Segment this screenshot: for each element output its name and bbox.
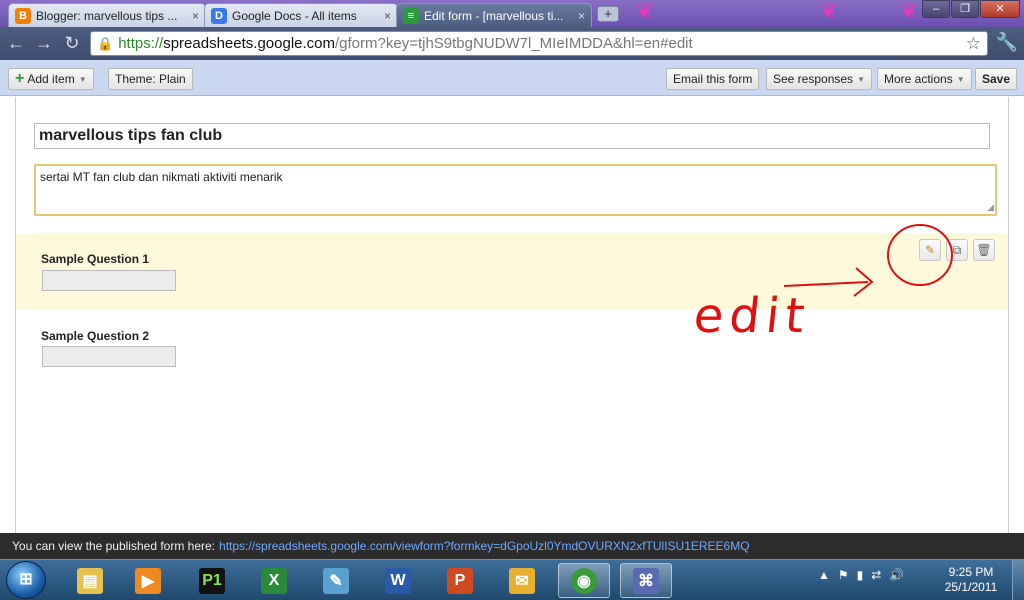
system-tray: ▲ ⚑ ▮ ⇄ 🔊 [818, 568, 904, 582]
question-title: Sample Question 2 [41, 329, 150, 343]
tab-google-docs[interactable]: D Google Docs - All items × [204, 3, 398, 27]
more-actions-button[interactable]: More actions ▼ [877, 68, 972, 90]
taskbar-app-excel[interactable]: X [248, 563, 300, 598]
media-player-icon: ▶ [135, 567, 161, 594]
tab-label: Google Docs - All items [232, 8, 357, 23]
url-scheme: https:// [118, 35, 164, 52]
question-item[interactable]: Sample Question 2 [16, 311, 1008, 381]
outlook-icon: ✉ [509, 567, 535, 594]
url-path: /gform?key=tjhS9tbgNUDW7l_MIeIMDDA&hl=en… [335, 35, 693, 52]
form-description-input[interactable]: sertai MT fan club dan nikmati aktiviti … [34, 164, 997, 216]
trash-icon[interactable]: 🗑 [973, 239, 995, 261]
taskbar-app-outlook[interactable]: ✉ [496, 563, 548, 598]
blogger-icon: B [15, 7, 31, 24]
butterfly-decoration-icon: ❦ [636, 0, 655, 23]
theme-button[interactable]: Theme: Plain [108, 68, 193, 90]
question-title: Sample Question 1 [41, 252, 150, 266]
taskbar-app-media[interactable]: ▶ [122, 563, 174, 598]
network-app-icon: ⌘ [633, 567, 659, 594]
powerpoint-icon: P [447, 567, 473, 594]
add-item-label: Add item [27, 72, 75, 86]
lock-icon: 🔒 [97, 35, 114, 51]
butterfly-decoration-icon: ❦ [900, 0, 919, 23]
resize-handle-icon[interactable]: ◢ [987, 202, 994, 213]
close-icon[interactable]: × [192, 9, 199, 23]
form-icon: ≡ [403, 7, 419, 24]
browser-toolbar: ← → ↻ 🔒 https:// spreadsheets.google.com… [0, 27, 1024, 60]
form-toolbar: + Add item ▼ Theme: Plain Email this for… [0, 60, 1024, 96]
form-description-text: sertai MT fan club dan nikmati aktiviti … [40, 170, 283, 184]
pencil-edit-icon[interactable]: ✎ [919, 239, 941, 261]
duplicate-icon[interactable]: ⧉ [946, 239, 968, 261]
more-actions-label: More actions [884, 72, 953, 86]
reload-button[interactable]: ↻ [60, 32, 84, 56]
published-label: You can view the published form here: [12, 539, 216, 553]
see-responses-button[interactable]: See responses ▼ [766, 68, 872, 90]
add-item-button[interactable]: + Add item ▼ [8, 68, 94, 90]
forward-button[interactable]: → [32, 32, 56, 56]
taskbar-app-notepad[interactable]: ✎ [310, 563, 362, 598]
google-docs-icon: D [211, 7, 227, 24]
published-form-bar: You can view the published form here: ht… [0, 533, 1024, 559]
window-controls: – ❐ ✕ [921, 0, 1020, 18]
question-answer-input [42, 346, 176, 367]
excel-icon: X [261, 567, 287, 594]
email-form-button[interactable]: Email this form [666, 68, 760, 90]
tab-blogger[interactable]: B Blogger: marvellous tips ... × [8, 3, 206, 27]
windows-taskbar: ⊞ ▤ ▶ P1 X ✎ W P ✉ ◉ ⌘ ▲ ⚑ ▮ ⇄ 🔊 9:25 PM… [0, 559, 1024, 600]
taskbar-app-word[interactable]: W [372, 563, 424, 598]
minimize-button[interactable]: – [922, 0, 950, 18]
form-editor: marvellous tips fan club sertai MT fan c… [15, 97, 1009, 533]
p1-icon: P1 [199, 567, 225, 594]
close-window-button[interactable]: ✕ [980, 0, 1020, 18]
taskbar-app-powerpoint[interactable]: P [434, 563, 486, 598]
see-responses-label: See responses [773, 72, 854, 86]
clock-time: 9:25 PM [948, 565, 994, 579]
new-tab-button[interactable]: + [597, 6, 619, 22]
back-button[interactable]: ← [4, 32, 28, 56]
wrench-menu-icon[interactable]: 🔧 [996, 32, 1018, 53]
taskbar-app-explorer[interactable]: ▤ [64, 563, 116, 598]
chevron-down-icon: ▼ [956, 74, 965, 84]
tab-label: Blogger: marvellous tips ... [36, 8, 178, 23]
word-icon: W [385, 567, 411, 594]
explorer-icon: ▤ [77, 567, 103, 594]
action-center-flag-icon[interactable]: ⚑ [838, 568, 849, 582]
taskbar-app-chrome[interactable]: ◉ [558, 563, 610, 598]
edit-annotation-text: edit [691, 288, 814, 344]
bookmark-star-icon[interactable]: ☆ [966, 34, 981, 54]
save-button[interactable]: Save [975, 68, 1018, 90]
taskbar-app-network[interactable]: ⌘ [620, 563, 672, 598]
tab-edit-form[interactable]: ≡ Edit form - [marvellous ti... × [396, 3, 592, 27]
show-hidden-icons-icon[interactable]: ▲ [818, 568, 830, 582]
show-desktop-button[interactable] [1012, 560, 1024, 600]
butterfly-decoration-icon: ❦ [820, 0, 839, 23]
form-title-input[interactable]: marvellous tips fan club [34, 123, 990, 149]
plus-icon: + [15, 70, 25, 87]
url-host: spreadsheets.google.com [163, 35, 335, 52]
tab-label: Edit form - [marvellous ti... [424, 8, 564, 23]
chevron-down-icon: ▼ [857, 74, 865, 84]
question-answer-input [42, 270, 176, 291]
taskbar-app-p1[interactable]: P1 [186, 563, 238, 598]
volume-icon[interactable]: 🔊 [889, 568, 904, 582]
address-bar[interactable]: 🔒 https:// spreadsheets.google.com /gfor… [90, 31, 988, 56]
restore-button[interactable]: ❐ [951, 0, 979, 18]
browser-tab-strip: ❦ ❦ ❦ B Blogger: marvellous tips ... × D… [0, 0, 1024, 27]
chrome-icon: ◉ [571, 567, 597, 594]
clock-date: 25/1/2011 [944, 580, 998, 594]
close-icon[interactable]: × [384, 9, 391, 23]
network-icon[interactable]: ⇄ [871, 568, 881, 582]
battery-icon[interactable]: ▮ [857, 568, 864, 582]
published-form-link[interactable]: https://spreadsheets.google.com/viewform… [219, 539, 750, 553]
close-icon[interactable]: × [578, 9, 585, 23]
taskbar-clock[interactable]: 9:25 PM 25/1/2011 [936, 565, 1006, 595]
start-button[interactable]: ⊞ [6, 561, 46, 599]
chevron-down-icon: ▼ [78, 74, 87, 84]
question-item[interactable]: Sample Question 1 ✎ ⧉ 🗑 [16, 233, 1008, 309]
notepad-icon: ✎ [323, 567, 349, 594]
